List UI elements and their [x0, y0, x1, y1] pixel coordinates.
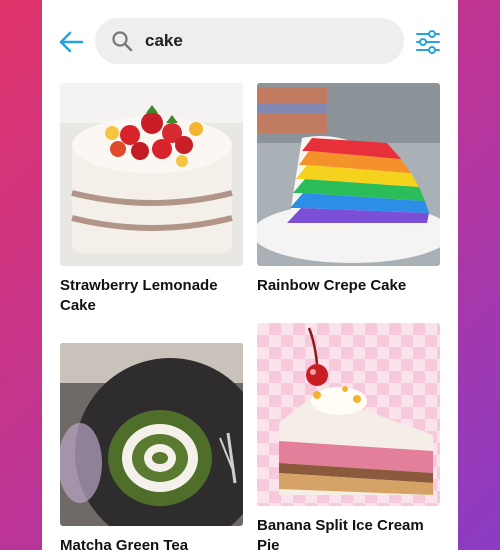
recipe-title: Strawberry Lemonade Cake	[60, 277, 218, 314]
recipe-title: Banana Split Ice Cream Pie	[257, 517, 424, 550]
recipe-image	[60, 83, 243, 266]
recipe-card[interactable]: Matcha Green Tea	[60, 343, 243, 550]
recipe-title: Rainbow Crepe Cake	[257, 277, 407, 294]
recipe-image	[257, 83, 440, 266]
recipe-card[interactable]: Strawberry Lemonade Cake	[60, 83, 243, 316]
app-screen: Strawberry Lemonade Cake	[42, 0, 458, 550]
recipe-image	[257, 323, 440, 506]
recipe-grid: Strawberry Lemonade Cake Rainbow Crepe C…	[42, 0, 458, 550]
recipe-card[interactable]: Banana Split Ice Cream Pie	[257, 323, 440, 550]
recipe-image	[60, 343, 243, 526]
recipe-card[interactable]: Rainbow Crepe Cake	[257, 83, 440, 296]
recipe-title: Matcha Green Tea	[60, 537, 189, 550]
